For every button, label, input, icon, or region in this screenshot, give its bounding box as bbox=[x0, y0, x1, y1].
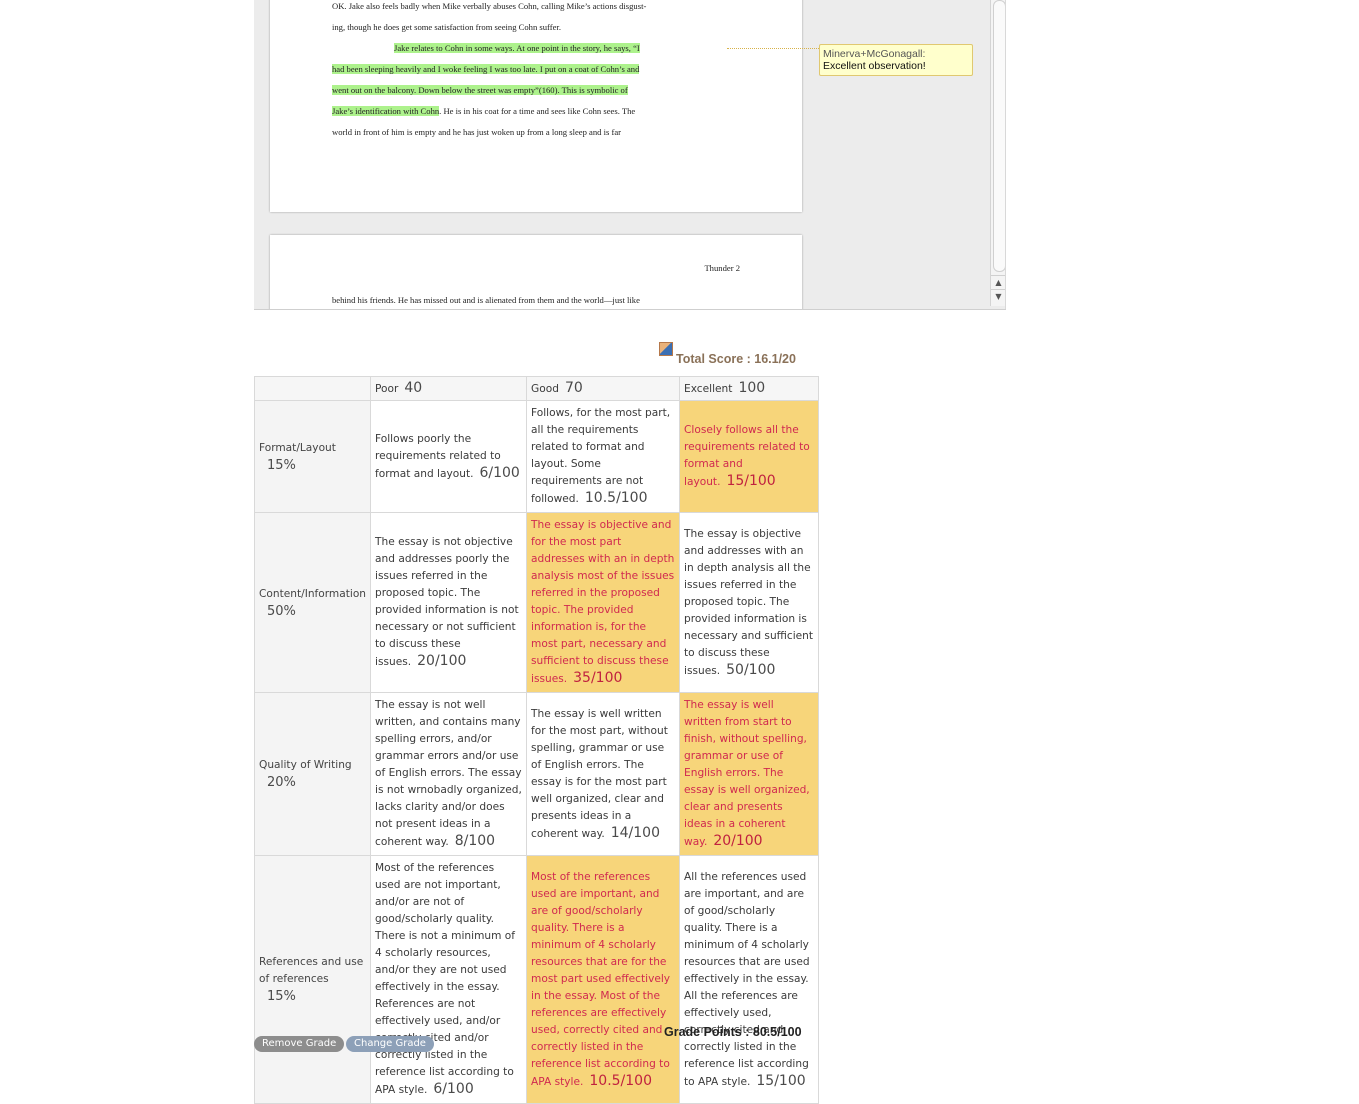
scroll-down-arrow-icon[interactable]: ▼ bbox=[991, 289, 1006, 303]
highlighted-text[interactable]: Jake relates to Cohn in some ways. At on… bbox=[394, 43, 640, 53]
cell-score: 6/100 bbox=[479, 464, 520, 481]
rubric-cell[interactable]: Follows poorly the requirements related … bbox=[370, 400, 528, 513]
highlighted-text[interactable]: Jake’s identification with Cohn bbox=[332, 106, 440, 116]
level-header-good: Good 70 bbox=[526, 376, 681, 401]
comment-author: Minerva+McGonagall: bbox=[823, 48, 926, 60]
criterion-weight: 50% bbox=[267, 603, 296, 619]
rubric-cell-selected[interactable]: Closely follows all the requirements rel… bbox=[679, 400, 820, 513]
vertical-scrollbar[interactable]: ▲ ▼ bbox=[990, 0, 1006, 306]
criterion-cell: Format/Layout 15% bbox=[253, 400, 372, 513]
level-points: 100 bbox=[738, 380, 766, 396]
level-header-poor: Poor 40 bbox=[370, 376, 528, 401]
criterion-cell: References and use of references 15% bbox=[253, 855, 372, 1104]
total-score-text: Total Score : 16.1/20 bbox=[676, 352, 796, 366]
cell-text: The essay is well written from start to … bbox=[684, 699, 810, 848]
doc-line: behind his friends. He has missed out an… bbox=[332, 295, 640, 305]
rubric-cell[interactable]: The essay is not well written, and conta… bbox=[370, 692, 528, 856]
cell-score: 20/100 bbox=[713, 833, 763, 849]
rubric-row-content-information: Content/Information 50% The essay is not … bbox=[253, 512, 820, 693]
cell-score: 14/100 bbox=[610, 824, 660, 841]
doc-line: went out on the balcony. Down below the … bbox=[332, 80, 752, 101]
doc-text-block: OK. Jake also feels badly when Mike verb… bbox=[332, 0, 752, 143]
cell-text: Most of the references used are importan… bbox=[531, 870, 671, 1088]
rubric-cell[interactable]: The essay is well written for the most p… bbox=[526, 692, 681, 856]
criterion-name: Format/Layout bbox=[259, 441, 336, 454]
cell-score: 8/100 bbox=[454, 833, 496, 849]
cell-text: The essay is objective and for the most … bbox=[531, 519, 675, 685]
rubric-table: Poor 40 Good 70 Excellent 100 Format/Layout… bbox=[253, 376, 820, 1104]
cell-score: 10.5/100 bbox=[584, 490, 648, 506]
highlighted-text[interactable]: went out on the balcony. Down below the … bbox=[332, 85, 628, 95]
total-score: Total Score : 16.1/20 bbox=[659, 342, 796, 366]
rubric-header-row: Poor 40 Good 70 Excellent 100 bbox=[253, 376, 820, 401]
criterion-name: References and use of references bbox=[259, 956, 364, 985]
level-name: Good bbox=[531, 383, 559, 395]
level-points: 70 bbox=[564, 380, 583, 396]
page-header: Thunder 2 bbox=[704, 263, 740, 273]
document-page-1: OK. Jake also feels badly when Mike verb… bbox=[270, 0, 802, 212]
criterion-weight: 15% bbox=[267, 989, 296, 1004]
rubric-cell[interactable]: Follows, for the most part, all the requ… bbox=[526, 400, 681, 513]
comment-text: Excellent observation! bbox=[823, 60, 926, 72]
document-page-2: Thunder 2 behind his friends. He has mis… bbox=[270, 235, 802, 309]
cell-text: The essay is not well written, and conta… bbox=[375, 699, 522, 848]
comment-connector bbox=[727, 48, 819, 49]
level-name: Excellent bbox=[684, 383, 733, 395]
level-name: Poor bbox=[375, 383, 399, 395]
cell-text: Most of the references used are not impo… bbox=[375, 862, 515, 1096]
cell-text: All the references used are important, a… bbox=[684, 870, 810, 1088]
cell-text: The essay is not objective and addresses… bbox=[375, 536, 519, 668]
cell-score: 6/100 bbox=[433, 1081, 474, 1097]
criterion-name: Content/Information bbox=[259, 587, 367, 600]
doc-line: world in front of him is empty and he ha… bbox=[332, 127, 622, 137]
rubric-cell-selected[interactable]: Most of the references used are importan… bbox=[526, 855, 681, 1104]
doc-line: ing, though he does get some satisfactio… bbox=[332, 22, 561, 32]
criterion-cell: Content/Information 50% bbox=[253, 512, 372, 693]
comment-bubble[interactable]: Minerva+McGonagall: Excellent observatio… bbox=[819, 44, 973, 76]
rubric-corner-cell bbox=[253, 376, 372, 401]
grade-points: Grade Points : 80.5/100 bbox=[664, 1025, 802, 1039]
rubric-cell[interactable]: Most of the references used are not impo… bbox=[370, 855, 528, 1104]
rubric-cell-selected[interactable]: The essay is objective and for the most … bbox=[526, 512, 681, 693]
criterion-weight: 15% bbox=[267, 457, 296, 473]
doc-line: Jake’s identification with Cohn. He is i… bbox=[332, 101, 752, 122]
cell-score: 15/100 bbox=[726, 473, 776, 489]
cell-score: 10.5/100 bbox=[589, 1072, 652, 1089]
rubric-row-references: References and use of references 15% Most… bbox=[253, 855, 820, 1104]
level-header-excellent: Excellent 100 bbox=[679, 376, 820, 401]
cell-score: 35/100 bbox=[573, 670, 623, 686]
doc-line: OK. Jake also feels badly when Mike verb… bbox=[332, 1, 647, 11]
cell-score: 50/100 bbox=[726, 661, 776, 678]
cell-text: The essay is objective and addresses wit… bbox=[684, 527, 814, 677]
viewer-border bbox=[1005, 0, 1006, 309]
doc-text: . He is in his coat for a time and sees … bbox=[439, 106, 636, 116]
remove-grade-button[interactable]: Remove Grade bbox=[254, 1036, 345, 1052]
doc-line: had been sleeping heavily and I woke fee… bbox=[332, 59, 752, 80]
highlighted-text[interactable]: had been sleeping heavily and I woke fee… bbox=[332, 64, 640, 74]
cell-text: The essay is well written for the most p… bbox=[531, 707, 668, 840]
criterion-cell: Quality of Writing 20% bbox=[253, 692, 372, 856]
rubric-icon[interactable] bbox=[659, 342, 673, 356]
rubric-row-format-layout: Format/Layout 15% Follows poorly the requ… bbox=[253, 400, 820, 513]
change-grade-button[interactable]: Change Grade bbox=[346, 1036, 434, 1052]
level-points: 40 bbox=[404, 380, 423, 396]
rubric-row-quality-of-writing: Quality of Writing 20% The essay is not w… bbox=[253, 692, 820, 856]
rubric-cell[interactable]: The essay is objective and addresses wit… bbox=[679, 512, 820, 693]
doc-line: Jake relates to Cohn in some ways. At on… bbox=[332, 38, 752, 59]
rubric-cell[interactable]: All the references used are important, a… bbox=[679, 855, 820, 1104]
criterion-weight: 20% bbox=[267, 775, 296, 790]
rubric-cell-selected[interactable]: The essay is well written from start to … bbox=[679, 692, 820, 856]
rubric-cell[interactable]: The essay is not objective and addresses… bbox=[370, 512, 528, 693]
criterion-name: Quality of Writing bbox=[259, 759, 352, 771]
cell-score: 15/100 bbox=[756, 1072, 806, 1089]
scroll-up-arrow-icon[interactable]: ▲ bbox=[991, 275, 1006, 289]
cell-score: 20/100 bbox=[417, 653, 467, 669]
